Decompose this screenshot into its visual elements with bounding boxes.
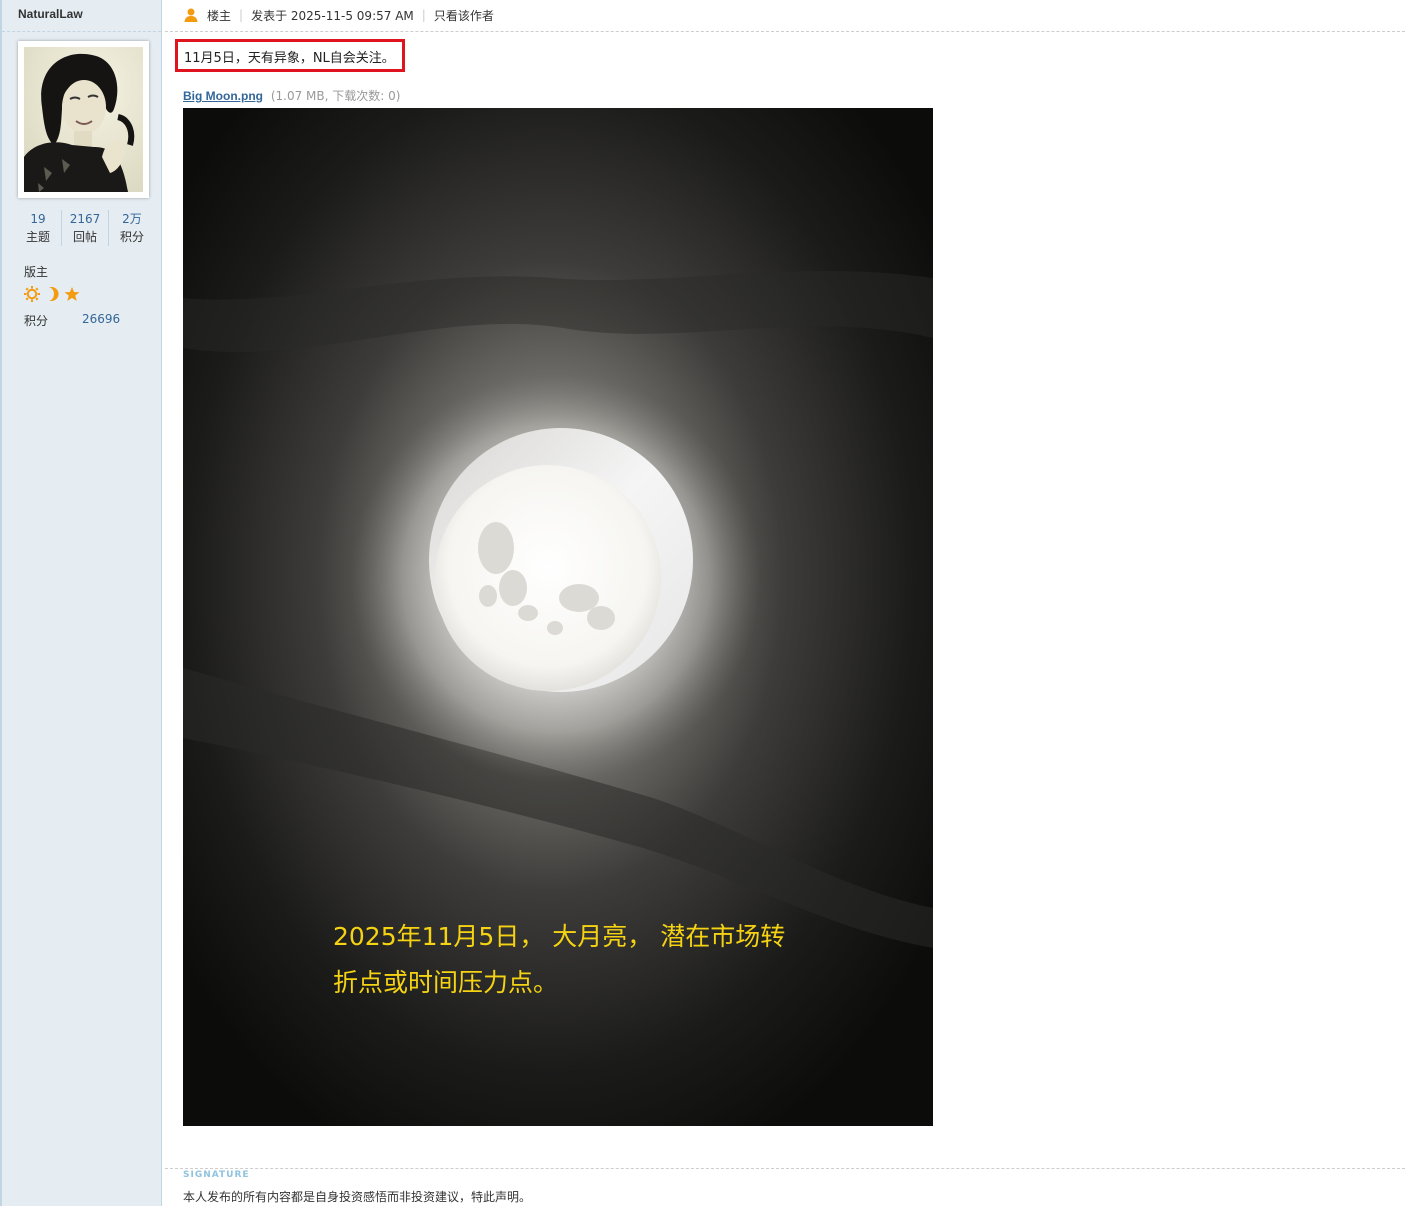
attachment-line: Big Moon.png (1.07 MB, 下载次数: 0) xyxy=(183,87,400,104)
stat-replies-label: 回帖 xyxy=(72,230,97,244)
avatar[interactable] xyxy=(24,47,143,192)
signature-text: 本人发布的所有内容都是自身投资感悟而非投资建议，特此声明。 xyxy=(183,1190,532,1204)
points-value[interactable]: 26696 xyxy=(82,312,120,326)
attachment-image[interactable]: 2025年11月5日， 大月亮， 潜在市场转 折点或时间压力点。 xyxy=(183,108,933,1126)
avatar-image xyxy=(24,47,143,192)
only-author-link[interactable]: 只看该作者 xyxy=(434,7,494,24)
stat-topics-value[interactable]: 19 xyxy=(15,210,61,228)
meta-divider-line xyxy=(165,31,1405,32)
forum-post-page: NaturalLaw 19 主题 2167 回帖 2万 积分 版主 积分 266… xyxy=(0,0,1405,1206)
sun-icon xyxy=(24,286,40,302)
meta-divider: | xyxy=(239,8,244,22)
author-name-link[interactable]: NaturalLaw xyxy=(18,7,83,21)
stat-replies-value[interactable]: 2167 xyxy=(62,210,108,228)
signature-divider xyxy=(165,1168,1405,1169)
attachment-info: (1.07 MB, 下载次数: 0) xyxy=(270,89,401,103)
sidebar-divider xyxy=(2,31,161,32)
points-label: 积分 xyxy=(24,314,49,328)
stat-points[interactable]: 2万 积分 xyxy=(109,210,155,246)
post-time: 发表于 2025-11-5 09:57 AM xyxy=(251,8,414,23)
post-role: 楼主 xyxy=(207,8,232,23)
stat-points-label: 积分 xyxy=(119,230,144,244)
stat-points-value[interactable]: 2万 xyxy=(109,210,155,228)
stat-topics-label: 主题 xyxy=(25,230,50,244)
rank-icons xyxy=(24,286,80,302)
author-points-row: 积分 26696 xyxy=(24,312,144,329)
image-caption-line-1: 2025年11月5日， 大月亮， 潜在市场转 xyxy=(333,922,786,951)
star-icon xyxy=(64,287,80,301)
author-rank: 版主 xyxy=(24,265,49,279)
image-caption: 2025年11月5日， 大月亮， 潜在市场转 折点或时间压力点。 xyxy=(333,914,785,1006)
stat-replies[interactable]: 2167 回帖 xyxy=(62,210,109,246)
author-stats: 19 主题 2167 回帖 2万 积分 xyxy=(15,210,155,246)
post-text-highlight: 11月5日，天有异象，NL自会关注。 xyxy=(175,39,405,72)
post-meta: 楼主 | 发表于 2025-11-5 09:57 AM | 只看该作者 xyxy=(183,6,494,24)
moon-icon xyxy=(49,287,59,301)
stat-topics[interactable]: 19 主题 xyxy=(15,210,62,246)
image-caption-line-2: 折点或时间压力点。 xyxy=(333,968,559,997)
signature-label: SIGNATURE xyxy=(183,1170,250,1180)
post-body-text: 11月5日，天有异象，NL自会关注。 xyxy=(184,51,395,66)
user-icon xyxy=(184,8,198,22)
attachment-link[interactable]: Big Moon.png xyxy=(183,89,263,103)
author-sidebar: NaturalLaw 19 主题 2167 回帖 2万 积分 版主 积分 266… xyxy=(0,0,162,1206)
meta-divider: | xyxy=(421,8,426,22)
avatar-frame[interactable] xyxy=(18,41,149,198)
